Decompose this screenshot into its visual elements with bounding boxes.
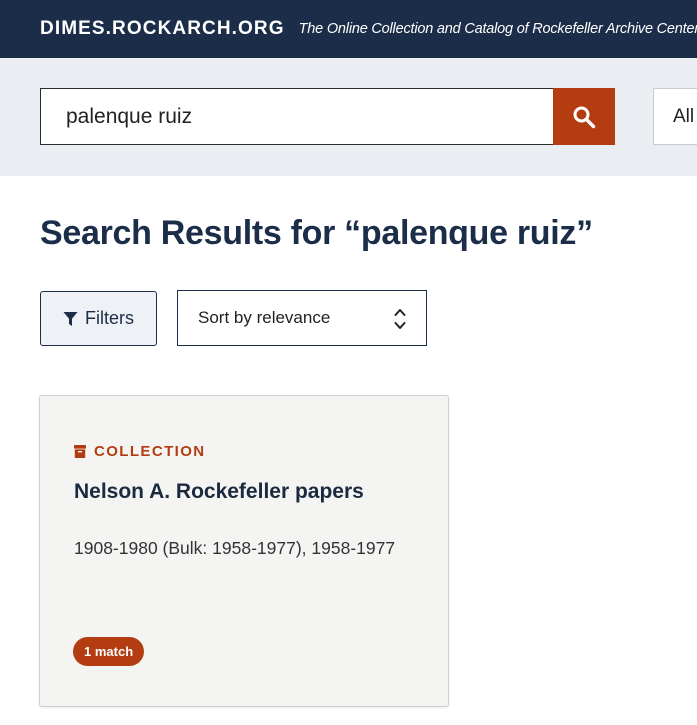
page-title: Search Results for “palenque ruiz” <box>40 214 593 252</box>
sort-select[interactable]: Sort by relevance <box>177 290 427 346</box>
filters-button-label: Filters <box>85 308 134 328</box>
filters-button[interactable]: Filters <box>40 291 157 346</box>
search-bar-section: All <box>0 58 697 176</box>
result-type: COLLECTION <box>74 443 206 460</box>
sort-select-value: Sort by relevance <box>198 308 331 327</box>
search-scope-select[interactable]: All <box>653 88 697 145</box>
search-scope-value: All <box>673 105 695 127</box>
filter-icon <box>63 311 78 326</box>
site-name-link[interactable]: DIMES.ROCKARCH.ORG <box>40 18 285 40</box>
archive-box-icon <box>74 445 86 458</box>
result-card[interactable]: COLLECTION Nelson A. Rockefeller papers … <box>39 395 449 707</box>
search-input[interactable] <box>40 88 554 145</box>
search-icon <box>573 106 596 128</box>
result-title[interactable]: Nelson A. Rockefeller papers <box>74 480 364 504</box>
result-dates: 1908-1980 (Bulk: 1958-1977), 1958-1977 <box>74 538 396 558</box>
search-button[interactable] <box>553 88 615 145</box>
site-tagline: The Online Collection and Catalog of Roc… <box>298 21 697 37</box>
match-count-badge[interactable]: 1 match <box>73 637 145 666</box>
site-header: DIMES.ROCKARCH.ORG The Online Collection… <box>0 0 697 58</box>
result-type-label: COLLECTION <box>94 443 206 460</box>
chevron-up-down-icon <box>394 309 406 329</box>
